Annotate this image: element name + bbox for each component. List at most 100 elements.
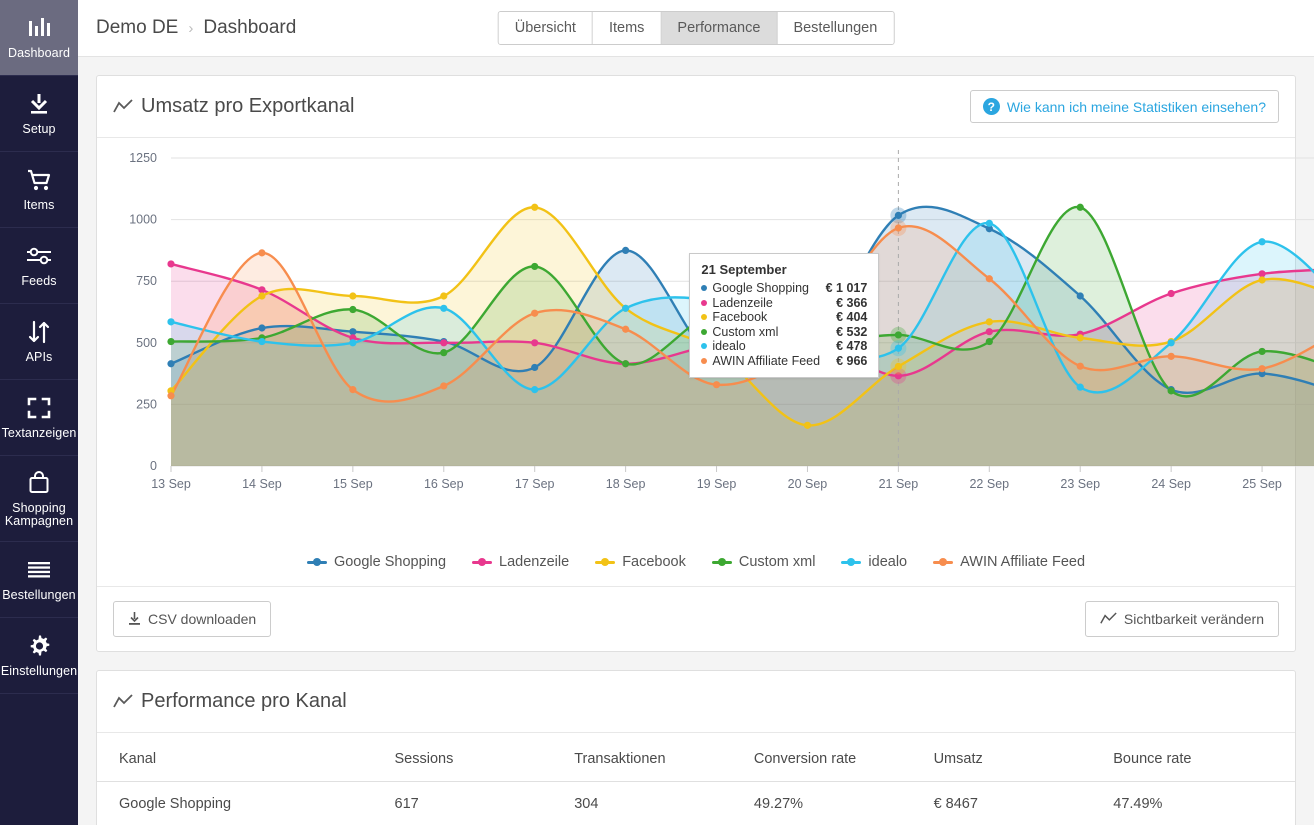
table-header-sessions[interactable]: Sessions	[384, 733, 565, 782]
breadcrumb-root[interactable]: Demo DE	[96, 17, 178, 39]
chart-point[interactable]	[440, 292, 448, 300]
sidebar-item-textanzeigen[interactable]: Textanzeigen	[0, 380, 78, 456]
chart-point[interactable]	[622, 304, 630, 312]
chart-point[interactable]	[531, 262, 539, 271]
chart-point[interactable]	[167, 337, 175, 346]
sidebar-item-bestellungen[interactable]: Bestellungen	[0, 542, 78, 618]
performance-table: Kanal Sessions Transaktionen Conversion rat…	[97, 733, 1295, 825]
chart-point[interactable]	[440, 339, 448, 347]
revenue-chart[interactable]: 0 250 500 750 1000 1250 13 Sep 14 Sep 15 Sep 16 S…	[97, 138, 1314, 550]
chart-point[interactable]	[349, 328, 357, 336]
chart-point[interactable]	[349, 386, 357, 394]
chart-point[interactable]	[258, 337, 266, 346]
chart-point[interactable]	[1076, 362, 1084, 370]
chart-point[interactable]	[622, 325, 630, 333]
chart-point[interactable]	[622, 246, 630, 254]
chart-point[interactable]	[531, 363, 539, 372]
chart-point[interactable]	[894, 224, 902, 232]
chart-point[interactable]	[1076, 203, 1084, 211]
table-cell-kanal[interactable]: Google Shopping	[97, 781, 385, 825]
chart-point[interactable]	[985, 219, 993, 227]
legend-item-awin-affiliate-feed[interactable]: AWIN Affiliate Feed	[933, 554, 1085, 570]
chart-point[interactable]	[531, 203, 539, 211]
table-header-transaktionen[interactable]: Transaktionen	[564, 733, 744, 782]
performance-table-body: Google Shopping 617 304 49.27% € 8467 47.49%	[97, 781, 1295, 825]
legend-marker-icon	[472, 558, 493, 566]
chart-point[interactable]	[349, 305, 357, 314]
chart-point[interactable]	[349, 339, 357, 347]
change-visibility-button[interactable]: Sichtbarkeit verändern	[1084, 601, 1279, 637]
legend-item-custom-xml[interactable]: Custom xml	[711, 554, 815, 570]
chart-point[interactable]	[1167, 289, 1175, 298]
chart-point[interactable]	[349, 292, 357, 300]
sliders-icon	[26, 243, 52, 269]
sidebar-item-feeds[interactable]: Feeds	[0, 228, 78, 304]
table-header-bounce-rate[interactable]: Bounce rate	[1103, 733, 1295, 782]
chart-point[interactable]	[1076, 334, 1084, 342]
tab-performance[interactable]: Performance	[661, 12, 778, 44]
chart-point[interactable]	[985, 275, 993, 283]
chart-point[interactable]	[440, 382, 448, 390]
chart-point[interactable]	[894, 362, 902, 371]
chart-point[interactable]	[258, 292, 266, 300]
chart-point[interactable]	[167, 360, 175, 368]
tooltip-series-name: Custom xml	[712, 324, 779, 339]
chart-point[interactable]	[894, 331, 902, 339]
chart-point[interactable]	[531, 386, 539, 394]
chart-point[interactable]	[167, 260, 175, 268]
tab-items[interactable]: Items	[592, 12, 662, 44]
chart-point[interactable]	[1076, 383, 1084, 391]
chart-point[interactable]	[258, 286, 266, 294]
csv-download-button[interactable]: CSV downloaden	[113, 601, 272, 637]
chart-point[interactable]	[712, 381, 721, 389]
tooltip-series-name: idealo	[712, 339, 746, 353]
question-mark-icon: ?	[982, 98, 1000, 115]
tab-bersicht[interactable]: Übersicht	[498, 12, 593, 44]
chart-point[interactable]	[1167, 387, 1175, 395]
chart-point[interactable]	[1076, 292, 1084, 300]
chart-point[interactable]	[985, 318, 993, 326]
sidebar-item-setup[interactable]: Setup	[0, 76, 78, 152]
legend-item-google-shopping[interactable]: Google Shopping	[306, 554, 447, 570]
chart-point[interactable]	[985, 337, 993, 346]
table-cell-sessions: 617	[384, 781, 565, 825]
help-statistics-button[interactable]: ? Wie kann ich meine Statistiken einsehe…	[969, 90, 1279, 123]
chart-point[interactable]	[1258, 365, 1266, 373]
chart-point[interactable]	[167, 318, 175, 326]
chart-point[interactable]	[894, 211, 902, 220]
table-header-conversion-rate[interactable]: Conversion rate	[743, 733, 924, 782]
chart-point[interactable]	[894, 344, 902, 352]
chart-point[interactable]	[258, 249, 266, 257]
sidebar-item-apis[interactable]: APIs	[0, 304, 78, 380]
chart-point[interactable]	[167, 392, 175, 400]
chart-point[interactable]	[803, 421, 812, 429]
sidebar-item-items[interactable]: Items	[0, 152, 78, 228]
chart-point[interactable]	[531, 339, 539, 347]
legend-label: Google Shopping	[333, 554, 447, 570]
help-statistics-label: Wie kann ich meine Statistiken einsehen?	[1006, 98, 1266, 115]
chart-point[interactable]	[1258, 238, 1266, 246]
chart-point[interactable]	[1258, 270, 1266, 278]
chart-point[interactable]	[531, 309, 539, 317]
chart-point[interactable]	[1167, 339, 1175, 347]
chart-point[interactable]	[1258, 276, 1266, 284]
chart-point[interactable]	[440, 349, 448, 357]
legend-item-idealo[interactable]: idealo	[841, 554, 907, 570]
table-header-kanal[interactable]: Kanal	[97, 733, 385, 782]
sidebar-item-shopping-kampagnen[interactable]: Shopping Kampagnen	[0, 456, 78, 542]
tab-bestellungen[interactable]: Bestellungen	[777, 12, 894, 44]
table-header-umsatz[interactable]: Umsatz	[923, 733, 1104, 782]
sidebar-item-dashboard[interactable]: Dashboard	[0, 0, 78, 76]
chart-point[interactable]	[440, 304, 448, 312]
line-chart-icon	[1100, 612, 1117, 624]
chart-point[interactable]	[622, 360, 630, 368]
legend-item-facebook[interactable]: Facebook	[595, 554, 686, 570]
tooltip-row: Custom xml € 532	[701, 325, 867, 340]
chart-point[interactable]	[258, 324, 266, 332]
chart-point[interactable]	[1167, 352, 1175, 360]
legend-item-ladenzeile[interactable]: Ladenzeile	[472, 554, 569, 570]
chart-point[interactable]	[985, 328, 993, 336]
sidebar-item-einstellungen[interactable]: Einstellungen	[0, 618, 78, 694]
chart-point[interactable]	[1258, 347, 1266, 356]
legend-marker-icon	[841, 558, 862, 566]
